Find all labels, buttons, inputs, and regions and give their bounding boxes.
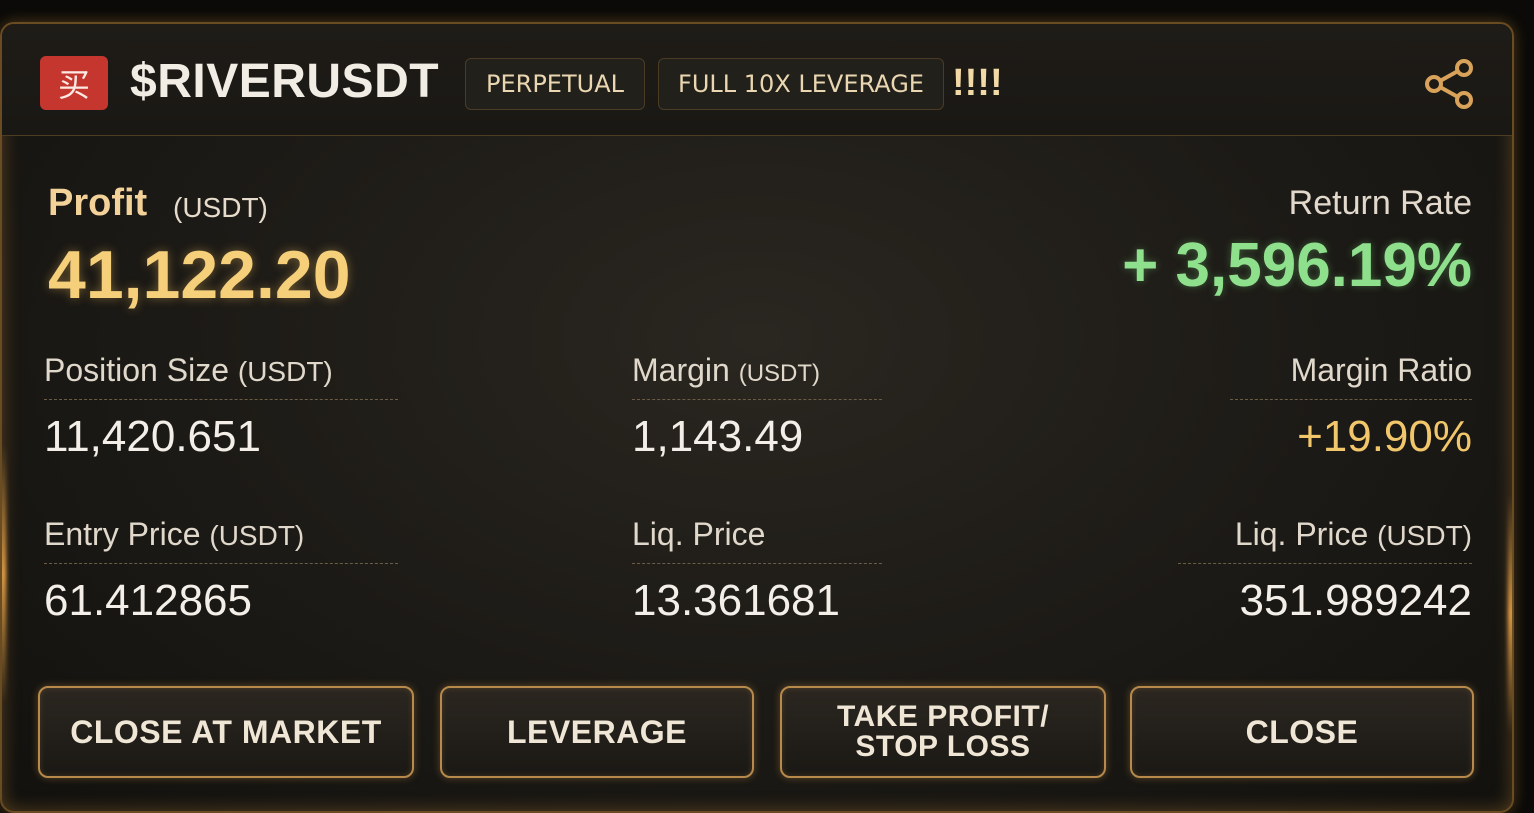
stat-position-size: Position Size (USDT) 11,420.651	[44, 352, 398, 462]
margin-value: 1,143.49	[632, 412, 804, 461]
entry-price-value: 61.412865	[44, 576, 252, 625]
liq-price-usdt-value: 351.989242	[1239, 576, 1472, 625]
liq-price-value: 13.361681	[632, 576, 840, 625]
symbol-title: $RIVERUSDT	[130, 55, 440, 108]
margin-ratio-value: +19.90%	[1297, 412, 1472, 461]
leverage-tag: FULL 10X LEVERAGE	[658, 58, 944, 110]
margin-ratio-label: Margin Ratio	[1230, 352, 1472, 400]
entry-price-unit: (USDT)	[209, 520, 305, 551]
stat-liq-price: Liq. Price 13.361681	[632, 516, 882, 626]
liq-price-label: Liq. Price	[632, 516, 882, 564]
margin-label-text: Margin	[632, 352, 730, 388]
margin-label: Margin (USDT)	[632, 352, 882, 400]
profit-value: 41,122.20	[48, 237, 351, 313]
return-rate-label: Return Rate	[1288, 184, 1472, 222]
liq-price-usdt-label-text: Liq. Price	[1234, 516, 1369, 552]
edge-glow-left	[2, 444, 6, 704]
profit-label: Profit	[48, 182, 148, 224]
edge-glow-right	[1508, 494, 1512, 734]
stat-margin: Margin (USDT) 1,143.49	[632, 352, 882, 462]
close-button[interactable]: CLOSE	[1130, 686, 1474, 778]
position-size-label-text: Position Size	[44, 352, 229, 388]
tp-line: TAKE PROFIT/	[836, 700, 1050, 733]
take-profit-stop-loss-button[interactable]: TAKE PROFIT/ STOP LOSS	[780, 686, 1106, 778]
leverage-button[interactable]: LEVERAGE	[440, 686, 754, 778]
margin-unit: (USDT)	[738, 360, 821, 387]
position-size-label: Position Size (USDT)	[44, 352, 398, 400]
sl-line: STOP LOSS	[855, 730, 1031, 763]
return-rate-value: + 3,596.19%	[1122, 231, 1472, 300]
perpetual-tag: PERPETUAL	[465, 58, 645, 110]
stat-margin-ratio: Margin Ratio +19.90%	[1230, 352, 1472, 462]
entry-price-label: Entry Price (USDT)	[44, 516, 398, 564]
position-size-value: 11,420.651	[44, 412, 261, 461]
stat-entry-price: Entry Price (USDT) 61.412865	[44, 516, 398, 626]
position-size-unit: (USDT)	[237, 356, 333, 387]
position-card: 买 $RIVERUSDT PERPETUAL FULL 10X LEVERAGE…	[0, 22, 1514, 813]
exclamation-marks: !!!!	[952, 62, 1003, 104]
buy-badge: 买	[40, 56, 108, 110]
share-icon[interactable]	[1422, 56, 1478, 112]
tp-sl-text: TAKE PROFIT/ STOP LOSS	[837, 702, 1049, 762]
liq-price-usdt-unit: (USDT)	[1377, 520, 1472, 551]
entry-price-label-text: Entry Price	[44, 516, 201, 552]
card-header: 买 $RIVERUSDT PERPETUAL FULL 10X LEVERAGE…	[2, 24, 1512, 136]
profit-unit: (USDT)	[173, 192, 268, 223]
liq-price-usdt-label: Liq. Price (USDT)	[1178, 516, 1472, 564]
close-at-market-button[interactable]: CLOSE AT MARKET	[38, 686, 414, 778]
stat-liq-price-usdt: Liq. Price (USDT) 351.989242	[1178, 516, 1472, 626]
